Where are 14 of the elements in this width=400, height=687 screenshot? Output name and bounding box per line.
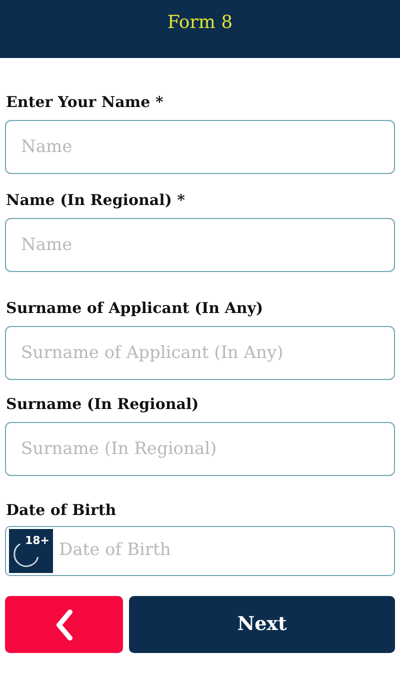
text-input-field[interactable]: Name: [5, 120, 395, 174]
field-label: Enter Your Name *: [5, 92, 164, 112]
text-input-field[interactable]: Surname (In Regional): [5, 422, 395, 476]
text-input-field[interactable]: Surname of Applicant (In Any): [5, 326, 395, 380]
field-label: Date of Birth: [5, 500, 118, 520]
field-label: Surname (In Regional): [5, 394, 200, 414]
header-title: Form 8: [167, 11, 233, 35]
field-label: Name (In Regional) *: [5, 190, 186, 210]
text-input-field[interactable]: Name: [5, 218, 395, 272]
date-field[interactable]: 18+ Date of Birth: [5, 526, 395, 576]
age-badge-icon: 18+: [9, 529, 53, 573]
next-button[interactable]: Next: [129, 596, 395, 653]
field-label: Surname of Applicant (In Any): [5, 298, 264, 318]
date-input[interactable]: Date of Birth: [59, 538, 394, 564]
